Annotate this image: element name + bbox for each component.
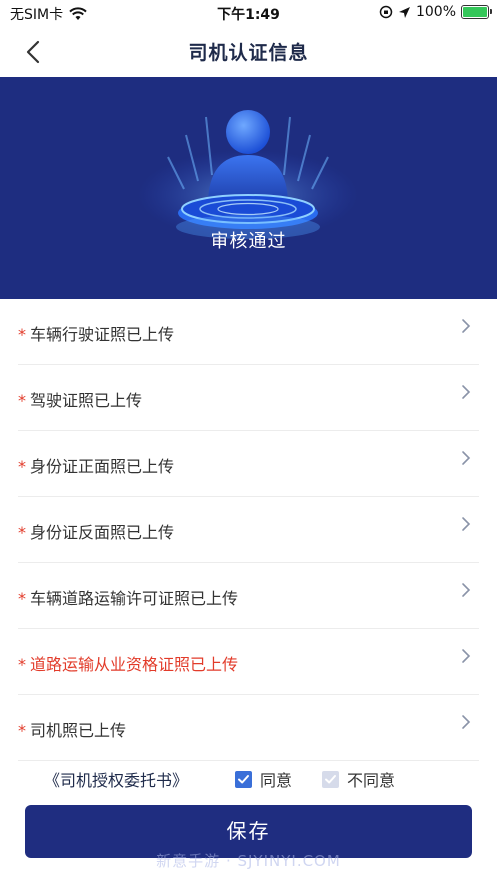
approved-avatar-illustration	[138, 110, 358, 240]
watermark: 新意手游 · SJYINYI.COM	[156, 852, 341, 870]
document-item-text: 驾驶证照已上传	[30, 391, 143, 410]
status-right-group: 100%	[379, 4, 492, 20]
required-mark: *	[18, 655, 26, 674]
battery-icon	[461, 5, 492, 19]
document-item-qualification-certificate[interactable]: * 道路运输从业资格证照已上传	[18, 629, 479, 695]
document-item-text: 身份证正面照已上传	[30, 457, 175, 476]
document-item-text: 道路运输从业资格证照已上传	[30, 655, 239, 674]
chevron-right-icon	[462, 715, 471, 729]
chevron-right-icon	[462, 649, 471, 663]
agree-checkbox[interactable]: 同意	[235, 767, 292, 791]
document-item-label: * 驾驶证照已上传	[18, 387, 142, 411]
verification-banner: 审核通过	[0, 77, 497, 299]
document-item-id-front[interactable]: * 身份证正面照已上传	[18, 431, 479, 497]
document-item-driver-photo[interactable]: * 司机照已上传	[18, 695, 479, 761]
required-mark: *	[18, 721, 26, 740]
chevron-right-icon	[462, 517, 471, 531]
location-icon	[398, 6, 410, 18]
document-item-text: 车辆行驶证照已上传	[30, 325, 175, 344]
document-list: * 车辆行驶证照已上传 * 驾驶证照已上传 * 身份证正面照已上传 * 身份证反面照已上…	[18, 299, 479, 761]
required-mark: *	[18, 457, 26, 476]
document-item-label: * 道路运输从业资格证照已上传	[18, 651, 238, 675]
agree-label: 同意	[260, 771, 293, 790]
document-item-transport-permit[interactable]: * 车辆道路运输许可证照已上传	[18, 563, 479, 629]
verification-status-text: 审核通过	[210, 231, 287, 252]
document-item-label: * 车辆道路运输许可证照已上传	[18, 585, 238, 609]
document-item-label: * 车辆行驶证照已上传	[18, 321, 174, 345]
chevron-right-icon	[462, 319, 471, 333]
document-item-id-back[interactable]: * 身份证反面照已上传	[18, 497, 479, 563]
agreement-row: 《司机授权委托书》 同意 不同意	[0, 760, 497, 794]
chevron-right-icon	[462, 385, 471, 399]
page-title: 司机认证信息	[188, 42, 309, 64]
orientation-lock-icon	[379, 5, 393, 19]
document-item-text: 车辆道路运输许可证照已上传	[30, 589, 239, 608]
chevron-right-icon	[462, 583, 471, 597]
authorization-letter-link[interactable]: 《司机授权委托书》	[44, 767, 188, 791]
document-item-label: * 司机照已上传	[18, 717, 126, 741]
disagree-checkbox[interactable]: 不同意	[322, 767, 395, 791]
chevron-right-icon	[462, 451, 471, 465]
nav-bar: 司机认证信息	[0, 26, 497, 76]
document-item-text: 身份证反面照已上传	[30, 523, 175, 542]
battery-percent: 100%	[415, 4, 456, 20]
checkbox-checked-icon	[235, 770, 252, 788]
document-item-label: * 身份证反面照已上传	[18, 519, 174, 543]
disagree-label: 不同意	[347, 771, 396, 790]
required-mark: *	[18, 391, 26, 410]
document-item-label: * 身份证正面照已上传	[18, 453, 174, 477]
required-mark: *	[18, 523, 26, 542]
document-item-driver-license[interactable]: * 驾驶证照已上传	[18, 365, 479, 431]
required-mark: *	[18, 325, 26, 344]
status-bar: 无SIM卡 下午1:49 100%	[0, 0, 497, 26]
document-item-text: 司机照已上传	[30, 721, 127, 740]
required-mark: *	[18, 589, 26, 608]
checkbox-unchecked-icon	[322, 770, 339, 788]
document-item-vehicle-license[interactable]: * 车辆行驶证照已上传	[18, 299, 479, 365]
